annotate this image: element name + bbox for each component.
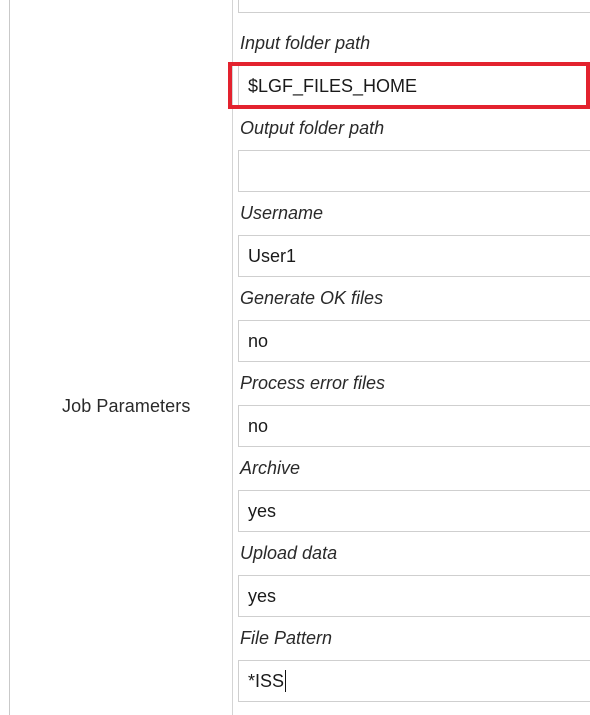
generate-ok-files-field[interactable]: no [238,320,590,362]
param-label: Generate OK files [240,288,384,308]
left-divider [9,0,10,715]
param-label: Username [240,203,324,223]
parameters-panel: Input folder path $LGF_FILES_HOME Output… [232,0,590,715]
username-field[interactable]: User1 [238,235,590,277]
archive-field[interactable]: yes [238,490,590,532]
previous-field-bottom[interactable] [238,0,590,13]
file-pattern-value: *ISS [248,671,285,691]
input-folder-path-field[interactable]: $LGF_FILES_HOME [238,65,590,107]
param-label: Output folder path [240,118,385,138]
job-parameters-form: Job Parameters Input folder path $LGF_FI… [0,0,590,715]
param-label: Process error files [240,373,386,393]
param-label: Upload data [240,543,338,563]
job-parameters-label: Job Parameters [62,396,191,416]
output-folder-path-field[interactable] [238,150,590,192]
text-cursor [285,670,287,693]
param-label: Archive [240,458,301,478]
param-label: File Pattern [240,628,333,648]
file-pattern-field[interactable]: *ISS [238,660,590,702]
param-label: Input folder path [240,33,371,53]
panel-border [232,0,233,715]
process-error-files-field[interactable]: no [238,405,590,447]
upload-data-field[interactable]: yes [238,575,590,617]
